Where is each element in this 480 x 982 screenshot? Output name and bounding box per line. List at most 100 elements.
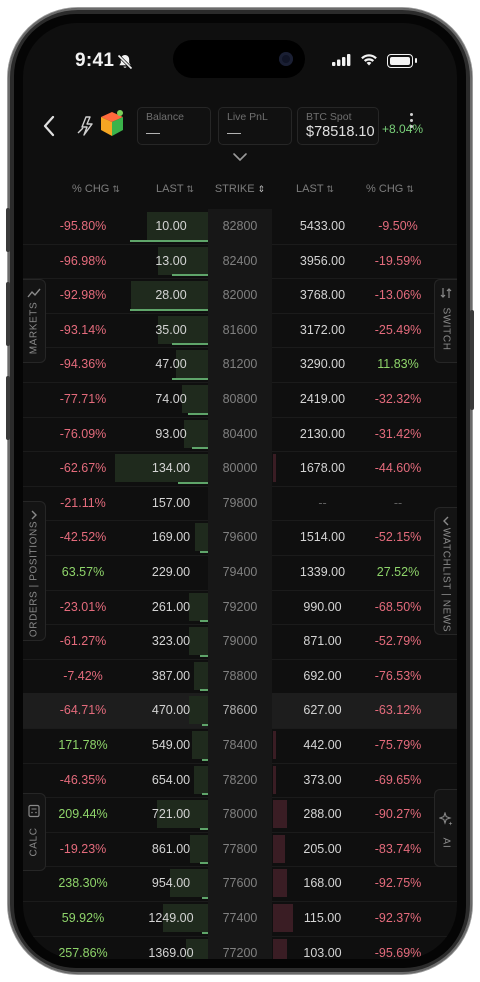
put-last-cell: 2419.00 [299,392,346,406]
dynamic-island [173,40,305,78]
table-row[interactable]: 63.57% 229.00 79400 1339.00 27.52% [23,555,457,591]
calc-tab[interactable]: CALC [23,793,46,871]
put-last-cell: 2130.00 [299,426,346,441]
call-last-cell: 954.00 [151,876,191,891]
call-change-cell: -19.23% [59,841,107,856]
sparkle-icon [439,812,453,826]
table-row[interactable]: -19.23% 861.00 77800 205.00 -83.74% [23,831,457,868]
strike-cell: 78400 [222,738,258,752]
strike-cell: 77200 [222,945,258,959]
live-pnl-box: Live PnL — [218,107,292,145]
table-row[interactable]: 257.86% 1369.00 77200 103.00 -95.69% [23,935,457,959]
orders-positions-tab[interactable]: ORDERS | POSITIONS [23,501,46,641]
call-change-cell: -76.09% [59,426,107,441]
pin-icon[interactable] [75,115,95,137]
put-change-cell: -19.59% [374,253,422,268]
put-last-cell: 3172.00 [299,322,346,337]
table-row[interactable]: -7.42% 387.00 78800 692.00 -76.53% [23,658,457,695]
watchlist-news-label: WATCHLIST | NEWS [440,527,452,632]
live-pnl-value: — [227,124,241,140]
status-time: 9:41 [75,50,115,71]
put-change-cell: -31.42% [374,426,422,441]
put-change-cell: -92.75% [374,876,422,891]
table-row[interactable]: -76.09% 93.00 80400 2130.00 -31.42% [23,416,457,453]
call-last-cell: 387.00 [151,668,191,683]
strike-cell: 77400 [222,911,258,925]
col-strike[interactable]: STRIKE ⇕ [208,183,272,195]
strike-cell: 81600 [222,322,258,337]
option-chain: -95.80% 10.00 82800 5433.00 -9.50% -96.98% 13.… [23,209,457,959]
btc-spot-box: BTC Spot $78518.10 [297,107,379,145]
app-logo [101,110,123,136]
put-change-cell: -32.32% [374,392,422,406]
put-change-cell: -25.49% [374,322,422,337]
table-row[interactable]: -46.35% 654.00 78200 373.00 -69.65% [23,762,457,799]
chevron-down-icon[interactable] [231,151,249,163]
strike-cell: 80800 [222,392,258,406]
call-change-cell: -61.27% [59,634,107,649]
call-last-cell: 93.00 [155,426,187,441]
balance-label: Balance [146,111,184,123]
btc-change: +8.04% [382,122,424,136]
table-row[interactable]: 59.92% 1249.00 77400 115.00 -92.37% [23,901,457,937]
action-button [6,208,10,252]
signal-icon [332,54,351,66]
table-row[interactable]: -77.71% 74.00 80800 2419.00 -32.32% [23,382,457,418]
markets-tab[interactable]: MARKETS [23,279,46,363]
put-volume-bar [273,765,277,794]
strike-cell: 77600 [222,876,258,891]
balance-box: Balance — [137,107,211,145]
put-last-cell: 103.00 [303,945,342,959]
table-row[interactable]: -62.67% 134.00 80000 1678.00 -44.60% [23,451,457,487]
call-last-cell: 1249.00 [148,911,194,925]
watchlist-news-tab[interactable]: WATCHLIST | NEWS [434,507,457,635]
table-row[interactable]: -94.36% 47.00 81200 3290.00 11.83% [23,347,457,383]
put-last-cell: 3290.00 [299,357,346,372]
put-last-cell: 288.00 [303,807,342,822]
strike-cell: 80000 [222,461,258,476]
call-last-cell: 654.00 [151,772,191,787]
more-options-icon[interactable] [407,113,415,135]
put-last-cell: 1678.00 [299,461,346,476]
table-row[interactable]: -95.80% 10.00 82800 5433.00 -9.50% [23,209,457,245]
back-arrow-icon[interactable] [39,113,61,139]
table-row[interactable]: 171.78% 549.00 78400 442.00 -75.79% [23,728,457,764]
table-row[interactable]: -64.71% 470.00 78600 627.00 -63.12% [23,693,457,729]
put-volume-bar [273,454,277,483]
table-row[interactable]: 238.30% 954.00 77600 168.00 -92.75% [23,866,457,902]
table-row[interactable]: -42.52% 169.00 79600 1514.00 -52.15% [23,520,457,556]
table-row[interactable]: -92.98% 28.00 82000 3768.00 -13.06% [23,278,457,314]
col-call-last[interactable]: LAST ⇅ [140,183,210,195]
strike-cell: 79600 [222,530,258,545]
table-row[interactable]: -96.98% 13.00 82400 3956.00 -19.59% [23,243,457,280]
live-pnl-label: Live PnL [227,111,268,123]
put-change-cell: -92.37% [374,911,422,925]
table-row[interactable]: -93.14% 35.00 81600 3172.00 -25.49% [23,312,457,349]
call-last-cell: 47.00 [155,357,187,372]
call-change-cell: -77.71% [59,392,107,406]
put-change-cell: -63.12% [374,703,422,718]
table-row[interactable]: 209.44% 721.00 78000 288.00 -90.27% [23,797,457,833]
table-row[interactable]: -23.01% 261.00 79200 990.00 -68.50% [23,589,457,626]
switch-tab[interactable]: SWITCH [434,279,457,363]
chain-header: % CHG ⇅ LAST ⇅ STRIKE ⇕ LAST ⇅ % CHG ⇅ [23,179,457,203]
col-call-change[interactable]: % CHG ⇅ [61,183,131,195]
call-last-cell: 157.00 [151,495,191,510]
put-change-cell: -44.60% [374,461,422,476]
col-put-change[interactable]: % CHG ⇅ [355,183,425,195]
call-change-cell: 209.44% [58,807,108,822]
call-change-cell: 257.86% [58,945,108,959]
put-last-cell: 3956.00 [299,253,346,268]
put-last-cell: 990.00 [303,599,342,614]
volume-up-button [6,282,10,346]
ai-tab[interactable]: AI [434,789,457,867]
col-put-last[interactable]: LAST ⇅ [280,183,350,195]
put-last-cell: 373.00 [303,772,342,787]
calculator-icon [28,804,40,818]
table-row[interactable]: -21.11% 157.00 79800 -- -- [23,485,457,522]
put-last-cell: 442.00 [303,738,342,752]
put-change-cell: -52.79% [374,634,422,649]
put-volume-bar [273,834,285,863]
bell-muted-icon [117,54,133,70]
table-row[interactable]: -61.27% 323.00 79000 871.00 -52.79% [23,624,457,660]
